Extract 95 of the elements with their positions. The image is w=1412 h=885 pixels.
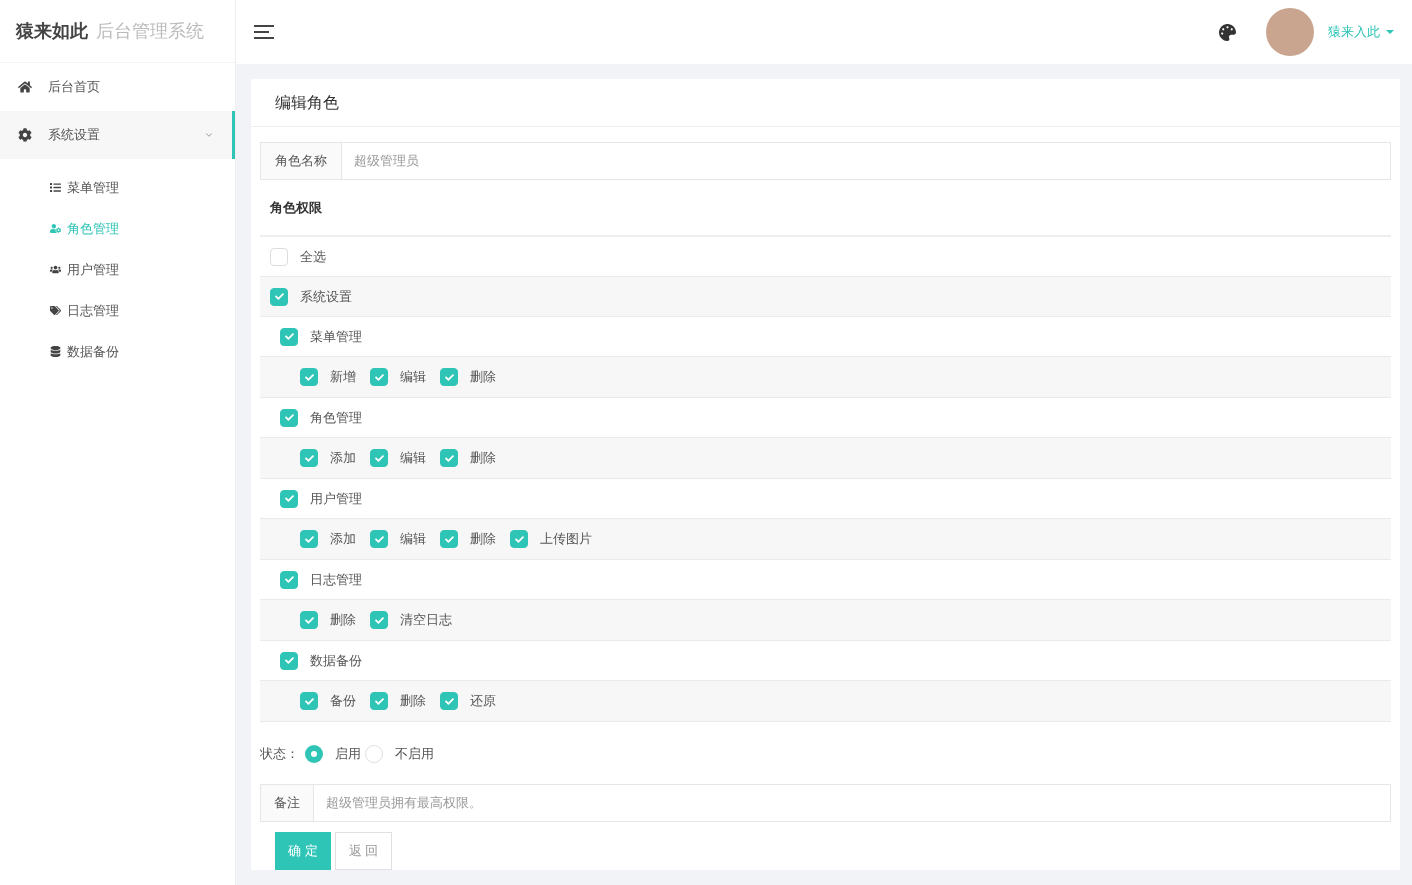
permission-label: 编辑 (400, 530, 426, 549)
permission-label: 删除 (330, 611, 356, 630)
permission-label: 备份 (330, 692, 356, 711)
brand-logo: 猿来如此 (16, 19, 88, 43)
remark-field[interactable]: 备注 超级管理员拥有最高权限。 (260, 784, 1391, 822)
checkbox[interactable] (300, 368, 318, 386)
sidebar-item[interactable]: 后台首页 (0, 63, 235, 111)
checkbox[interactable] (280, 408, 298, 427)
checkbox[interactable] (300, 530, 318, 548)
checkbox[interactable] (370, 449, 388, 467)
check-icon (374, 372, 384, 382)
palette-icon[interactable] (1219, 23, 1236, 41)
check-icon (284, 656, 294, 665)
field-label: 角色名称 (261, 143, 342, 179)
permission-label: 新增 (330, 368, 356, 387)
check-icon (514, 534, 524, 544)
checkbox[interactable] (280, 489, 298, 508)
submenu-item[interactable]: 菜单管理 (0, 167, 235, 208)
submenu-item[interactable]: 日志管理 (0, 290, 235, 331)
permission-label: 删除 (470, 530, 496, 549)
permission-label: 添加 (330, 530, 356, 549)
permission-label: 添加 (330, 449, 356, 468)
select-all-label: 全选 (300, 247, 326, 266)
home-icon (18, 80, 32, 94)
permission-label: 清空日志 (400, 611, 452, 630)
checkbox[interactable] (300, 692, 318, 710)
check-icon (284, 413, 294, 422)
check-icon (374, 534, 384, 544)
check-icon (374, 696, 384, 706)
permission-label: 编辑 (400, 368, 426, 387)
permission-label: 删除 (470, 449, 496, 468)
user-avatar (1266, 8, 1314, 56)
check-icon (374, 615, 384, 625)
checkbox[interactable] (270, 287, 288, 306)
checkbox[interactable] (370, 611, 388, 629)
check-icon (274, 292, 284, 301)
checkbox[interactable] (370, 530, 388, 548)
database-icon (50, 346, 61, 357)
card-title: 编辑角色 (275, 92, 339, 113)
tag-icon (50, 305, 61, 316)
users-icon (50, 264, 61, 275)
settings-icon (18, 128, 32, 142)
caret-icon (1386, 30, 1394, 34)
permission-label: 删除 (470, 368, 496, 387)
radio-button[interactable] (305, 745, 323, 763)
permission-label: 编辑 (400, 449, 426, 468)
user-gear-icon (50, 223, 61, 234)
check-icon (284, 332, 294, 341)
checkbox[interactable] (440, 530, 458, 548)
sidebar-item[interactable]: 系统设置 (0, 111, 235, 159)
checkbox[interactable] (270, 247, 288, 266)
checkbox[interactable] (440, 692, 458, 710)
system-title: 后台管理系统 (96, 19, 204, 43)
check-icon (304, 696, 314, 706)
check-icon (304, 372, 314, 382)
check-icon (444, 534, 454, 544)
check-icon (444, 696, 454, 706)
role-name-field[interactable]: 角色名称 超级管理员 (260, 142, 1391, 180)
permission-label: 数据备份 (310, 651, 362, 670)
submenu-item[interactable]: 用户管理 (0, 249, 235, 290)
checkbox[interactable] (280, 570, 298, 589)
permission-label: 菜单管理 (310, 327, 362, 346)
checkbox[interactable] (280, 327, 298, 346)
permission-label: 上传图片 (540, 530, 592, 549)
status-label: 状态： (260, 745, 299, 764)
radio-label: 不启用 (395, 745, 434, 764)
checkbox[interactable] (300, 611, 318, 629)
permission-label: 角色管理 (310, 408, 362, 427)
permission-label: 系统设置 (300, 287, 352, 306)
permission-label: 删除 (400, 692, 426, 711)
check-icon (444, 372, 454, 382)
checkbox[interactable] (370, 692, 388, 710)
check-icon (304, 534, 314, 544)
field-label: 备注 (261, 785, 314, 821)
section-heading: 角色权限 (270, 198, 322, 217)
list-icon (50, 182, 61, 193)
checkbox[interactable] (440, 449, 458, 467)
submenu-item[interactable]: 数据备份 (0, 331, 235, 372)
permission-label: 用户管理 (310, 489, 362, 508)
check-icon (304, 615, 314, 625)
radio-label: 启用 (335, 745, 361, 764)
checkbox[interactable] (300, 449, 318, 467)
permission-label: 还原 (470, 692, 496, 711)
check-icon (284, 575, 294, 584)
check-icon (444, 453, 454, 463)
checkbox[interactable] (280, 651, 298, 670)
menu-icon[interactable] (254, 24, 274, 40)
checkbox[interactable] (510, 530, 528, 548)
permission-label: 日志管理 (310, 570, 362, 589)
check-icon (284, 494, 294, 503)
check-icon (374, 453, 384, 463)
check-icon (304, 453, 314, 463)
checkbox[interactable] (440, 368, 458, 386)
checkbox[interactable] (370, 368, 388, 386)
radio-button[interactable] (365, 745, 383, 763)
